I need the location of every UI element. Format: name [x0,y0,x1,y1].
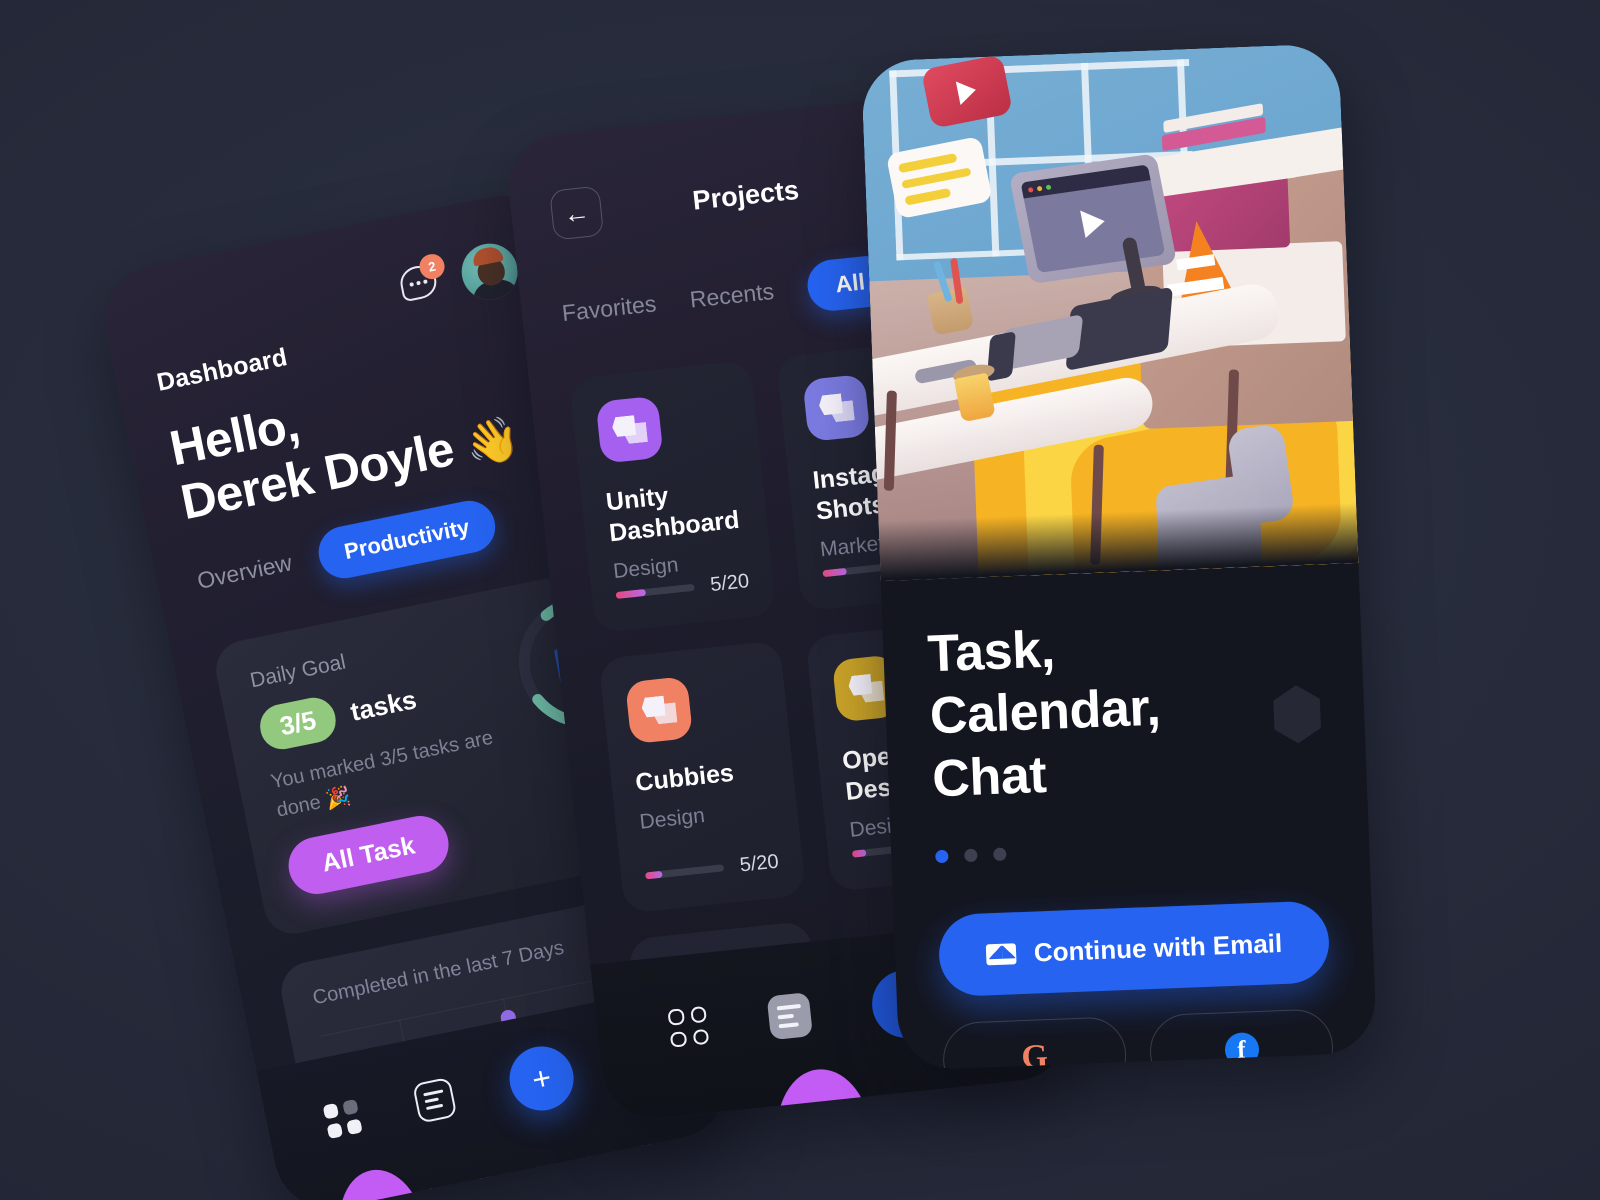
list-icon[interactable] [412,1076,458,1124]
carousel-dot-1[interactable] [935,849,949,864]
tab-recents[interactable]: Recents [689,278,776,314]
google-login-button[interactable]: G [941,1016,1128,1071]
project-card[interactable]: Unity Dashboard Design 5/20 [568,359,777,634]
headline-line-1: Task, [926,620,1056,684]
project-category: Design [638,803,706,834]
project-card[interactable]: Cubbies Design 5/20 [598,640,807,914]
back-button[interactable]: ← [549,185,605,241]
projects-title: Projects [691,174,801,216]
list-icon[interactable] [766,992,813,1041]
project-icon [595,395,664,464]
onboarding-screen: Task, Calendar, Chat Continue with Email… [860,43,1378,1071]
daily-goal-unit: tasks [347,683,419,727]
carousel-dots [935,835,1325,864]
carousel-dot-3[interactable] [993,847,1007,862]
project-progress: 5/20 [644,851,780,888]
project-progress-value: 5/20 [709,570,751,597]
grid-icon[interactable] [667,1005,710,1048]
canvas: 2 Dashboard Hello, Derek Doyle 👋 Overvie… [0,0,1600,1200]
tab-productivity[interactable]: Productivity [313,495,500,583]
onboarding-headline: Task, Calendar, Chat [926,608,1323,810]
chat-icon[interactable]: 2 [397,251,447,309]
all-task-button[interactable]: All Task [283,810,454,899]
project-icon [624,676,694,745]
monitor-3d [1008,153,1178,285]
headline-line-3: Chat [931,745,1048,809]
avatar[interactable] [456,238,523,305]
daily-goal-badge: 3/5 [256,693,340,753]
continue-with-email-label: Continue with Email [1033,927,1283,968]
tab-overview[interactable]: Overview [195,550,294,596]
project-progress-value: 5/20 [738,850,780,877]
carousel-dot-2[interactable] [964,848,978,863]
project-name: Unity Dashboard [604,482,741,547]
add-button[interactable]: + [503,1040,580,1117]
continue-with-email-button[interactable]: Continue with Email [937,900,1331,998]
grid-icon[interactable] [322,1098,363,1140]
wave-emoji: 👋 [461,412,524,472]
project-icon [802,373,871,443]
headline-line-2: Calendar, [928,678,1162,746]
tab-favorites[interactable]: Favorites [561,290,658,327]
workspace-illustration [860,43,1359,582]
envelope-icon [985,942,1017,966]
project-name: Cubbies [634,758,736,797]
